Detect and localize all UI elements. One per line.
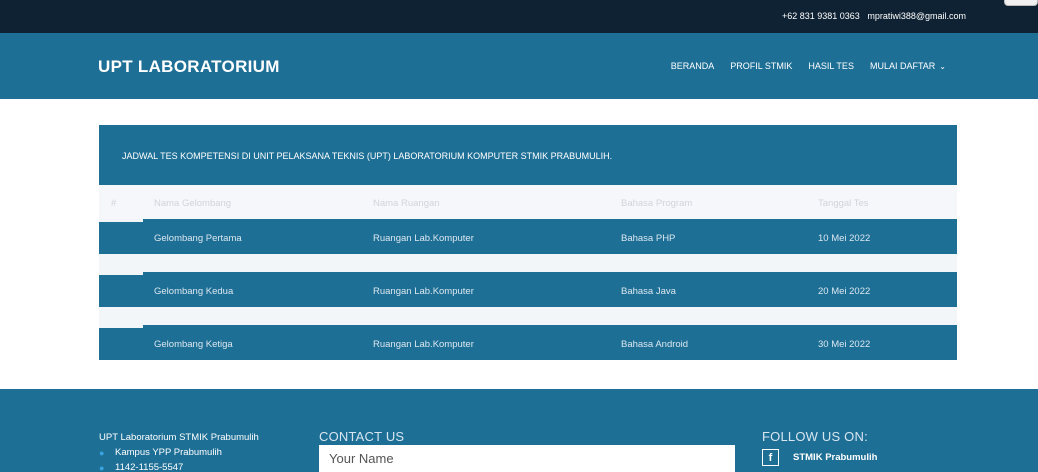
- header-nama-ruangan: Nama Ruangan: [373, 198, 440, 209]
- top-phone: +62 831 9381 0363: [781, 11, 860, 21]
- top-contact-bar: +62 831 9381 0363 mpratiwi388@gmail.com: [0, 0, 1038, 33]
- window-corner-button[interactable]: [1004, 0, 1038, 6]
- row-tanggal: 10 Mei 2022: [818, 233, 871, 244]
- top-contact-info: +62 831 9381 0363 mpratiwi388@gmail.com: [777, 11, 966, 21]
- footer-org-name: UPT Laboratorium STMIK Prabumulih: [99, 432, 259, 443]
- schedule-panel: JADWAL TES KOMPETENSI DI UNIT PELAKSANA …: [99, 125, 957, 360]
- phone-icon: ●: [99, 462, 105, 472]
- row-gelombang: Gelombang Ketiga: [154, 339, 233, 350]
- footer-address: ● Kampus YPP Prabumulih: [99, 447, 222, 458]
- table-row: Gelombang Kedua Ruangan Lab.Komputer Bah…: [99, 272, 957, 307]
- row-accent: [99, 219, 143, 222]
- brand-logo-text[interactable]: UPT LABORATORIUM: [98, 57, 280, 77]
- header-bahasa-program: Bahasa Program: [621, 198, 693, 209]
- row-bahasa: Bahasa Android: [621, 339, 689, 350]
- row-accent: [99, 272, 143, 275]
- facebook-icon: f: [762, 449, 779, 466]
- table-row: Gelombang Pertama Ruangan Lab.Komputer B…: [99, 219, 957, 254]
- header-nama-gelombang: Nama Gelombang: [154, 198, 232, 209]
- row-ruangan: Ruangan Lab.Komputer: [373, 339, 474, 350]
- map-pin-icon: ●: [99, 447, 105, 458]
- table-header: # Nama Gelombang Nama Ruangan Bahasa Pro…: [99, 185, 957, 219]
- row-tanggal: 30 Mei 2022: [818, 339, 871, 350]
- row-tanggal: 20 Mei 2022: [818, 286, 871, 297]
- follow-us-heading: FOLLOW US ON:: [762, 429, 868, 444]
- footer-phone: ● 1142-1155-5547: [99, 462, 183, 472]
- site-footer: UPT Laboratorium STMIK Prabumulih ● Kamp…: [0, 389, 1038, 472]
- row-accent: [99, 325, 143, 328]
- nav-menu: BERANDA PROFIL STMIK HASIL TES MULAI DAF…: [671, 61, 946, 71]
- chevron-down-icon: ⌄: [939, 62, 946, 71]
- footer-phone-text: 1142-1155-5547: [115, 462, 184, 472]
- row-gelombang: Gelombang Kedua: [154, 286, 234, 297]
- row-ruangan: Ruangan Lab.Komputer: [373, 286, 474, 297]
- footer-address-text: Kampus YPP Prabumulih: [115, 447, 222, 458]
- nav-item-mulai-daftar[interactable]: MULAI DAFTAR ⌄: [870, 61, 946, 71]
- facebook-label: STMIK Prabumulih: [793, 452, 878, 463]
- contact-us-heading: CONTACT US: [319, 429, 405, 444]
- facebook-link[interactable]: f STMIK Prabumulih: [762, 449, 877, 466]
- top-email[interactable]: mpratiwi388@gmail.com: [867, 11, 966, 21]
- table-row: Gelombang Ketiga Ruangan Lab.Komputer Ba…: [99, 325, 957, 360]
- row-bahasa: Bahasa PHP: [621, 233, 676, 244]
- row-bahasa: Bahasa Java: [621, 286, 676, 297]
- row-ruangan: Ruangan Lab.Komputer: [373, 233, 474, 244]
- main-navbar: UPT LABORATORIUM BERANDA PROFIL STMIK HA…: [0, 33, 1038, 99]
- nav-item-hasil-tes[interactable]: HASIL TES: [808, 61, 854, 71]
- header-tanggal-tes: Tanggal Tes: [818, 198, 869, 209]
- nav-item-profil-stmik[interactable]: PROFIL STMIK: [730, 61, 792, 71]
- row-gelombang: Gelombang Pertama: [154, 233, 242, 244]
- schedule-banner: JADWAL TES KOMPETENSI DI UNIT PELAKSANA …: [99, 125, 957, 185]
- header-number: #: [111, 198, 117, 209]
- nav-item-mulai-daftar-label: MULAI DAFTAR: [869, 61, 936, 71]
- schedule-title: JADWAL TES KOMPETENSI DI UNIT PELAKSANA …: [122, 151, 613, 161]
- nav-item-beranda[interactable]: BERANDA: [671, 61, 715, 71]
- your-name-input[interactable]: [319, 445, 735, 472]
